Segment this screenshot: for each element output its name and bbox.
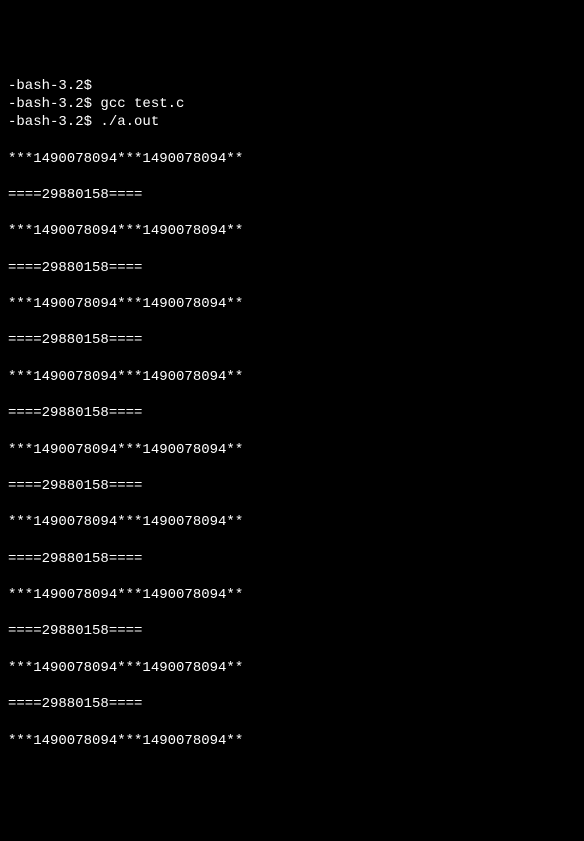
terminal-line: ====29880158==== bbox=[8, 259, 576, 277]
terminal-line bbox=[8, 313, 576, 331]
terminal-line: ====29880158==== bbox=[8, 695, 576, 713]
terminal-line: ***1490078094***1490078094** bbox=[8, 586, 576, 604]
terminal-output[interactable]: -bash-3.2$-bash-3.2$ gcc test.c-bash-3.2… bbox=[8, 77, 576, 750]
terminal-line bbox=[8, 604, 576, 622]
terminal-line bbox=[8, 168, 576, 186]
terminal-line bbox=[8, 240, 576, 258]
terminal-line bbox=[8, 641, 576, 659]
terminal-line: ***1490078094***1490078094** bbox=[8, 732, 576, 750]
terminal-line: ====29880158==== bbox=[8, 477, 576, 495]
terminal-line: ====29880158==== bbox=[8, 331, 576, 349]
terminal-line bbox=[8, 677, 576, 695]
terminal-line bbox=[8, 204, 576, 222]
terminal-line: ====29880158==== bbox=[8, 186, 576, 204]
terminal-line: -bash-3.2$ bbox=[8, 77, 576, 95]
terminal-line bbox=[8, 495, 576, 513]
terminal-line: -bash-3.2$ ./a.out bbox=[8, 113, 576, 131]
terminal-line: ***1490078094***1490078094** bbox=[8, 150, 576, 168]
terminal-line bbox=[8, 386, 576, 404]
terminal-line: ====29880158==== bbox=[8, 404, 576, 422]
terminal-line: ***1490078094***1490078094** bbox=[8, 513, 576, 531]
terminal-line: ====29880158==== bbox=[8, 550, 576, 568]
terminal-line: -bash-3.2$ gcc test.c bbox=[8, 95, 576, 113]
terminal-line: ====29880158==== bbox=[8, 622, 576, 640]
terminal-line bbox=[8, 422, 576, 440]
terminal-line: ***1490078094***1490078094** bbox=[8, 222, 576, 240]
terminal-line: ***1490078094***1490078094** bbox=[8, 659, 576, 677]
terminal-line: ***1490078094***1490078094** bbox=[8, 441, 576, 459]
terminal-line bbox=[8, 350, 576, 368]
terminal-line bbox=[8, 459, 576, 477]
terminal-line bbox=[8, 131, 576, 149]
terminal-line: ***1490078094***1490078094** bbox=[8, 295, 576, 313]
terminal-line bbox=[8, 713, 576, 731]
terminal-line: ***1490078094***1490078094** bbox=[8, 368, 576, 386]
terminal-line bbox=[8, 277, 576, 295]
terminal-line bbox=[8, 531, 576, 549]
terminal-line bbox=[8, 568, 576, 586]
